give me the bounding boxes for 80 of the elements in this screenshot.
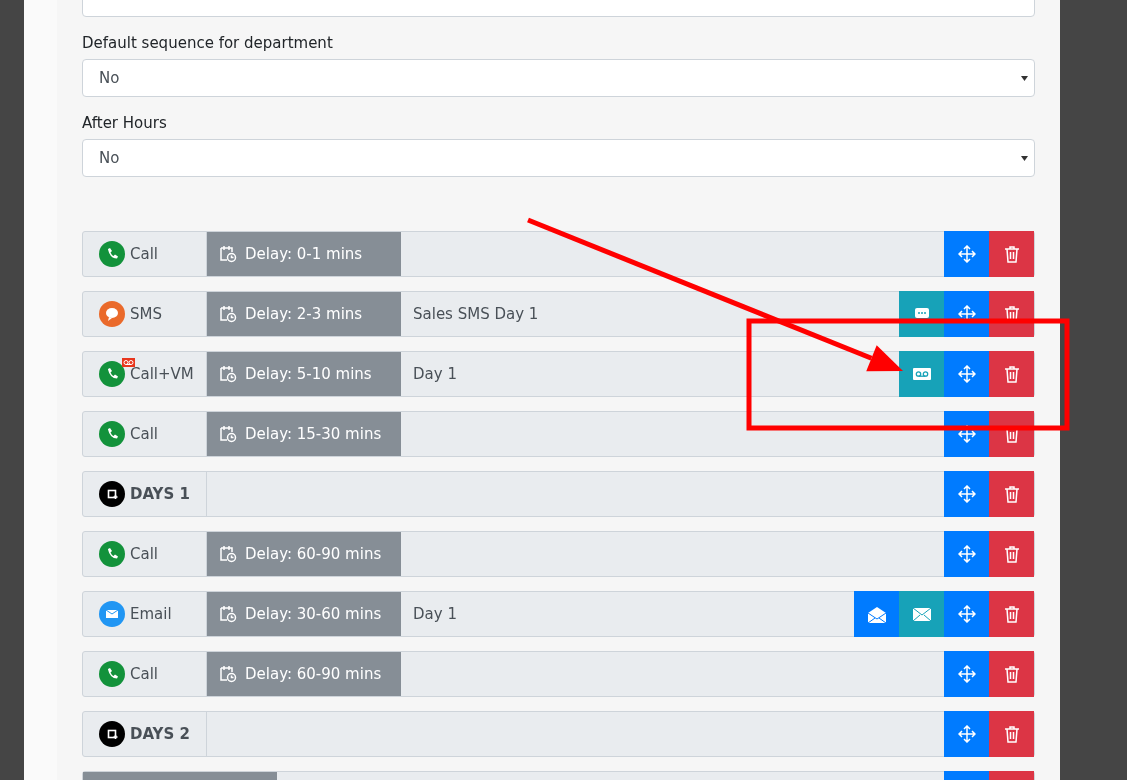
chat-icon xyxy=(913,307,930,321)
delete-button[interactable] xyxy=(989,351,1034,397)
move-icon xyxy=(957,665,976,683)
delay-text: Delay: 60-90 mins xyxy=(245,665,382,683)
field-label: After Hours xyxy=(82,114,168,132)
step-type: SMS xyxy=(130,305,162,323)
move-icon xyxy=(957,425,976,443)
step-type: Email xyxy=(130,605,172,623)
step-content: Sales SMS Day 1 xyxy=(413,305,539,323)
move-button[interactable] xyxy=(944,591,989,637)
delete-button[interactable] xyxy=(989,471,1034,517)
email-button[interactable] xyxy=(899,591,944,637)
select-field[interactable]: No xyxy=(82,139,1035,177)
move-icon xyxy=(957,245,976,263)
step-type: Call xyxy=(130,425,158,443)
calendar-clock-icon xyxy=(219,365,237,383)
delete-button[interactable] xyxy=(989,711,1034,757)
move-button[interactable] xyxy=(944,471,989,517)
step-type: DAYS 2 xyxy=(130,725,190,743)
envelope-icon xyxy=(912,607,931,621)
caret-icon xyxy=(1021,75,1028,81)
calendar-clock-icon xyxy=(219,665,237,683)
select-field[interactable]: No xyxy=(82,59,1035,97)
move-button[interactable] xyxy=(944,711,989,757)
move-icon xyxy=(957,365,976,383)
envelope-icon xyxy=(99,601,125,627)
step-type: Call xyxy=(130,245,158,263)
trash-icon xyxy=(1003,365,1020,383)
move-button[interactable] xyxy=(944,531,989,577)
voicemail-badge-icon xyxy=(122,358,135,367)
move-icon xyxy=(957,605,976,623)
caret-icon xyxy=(1021,155,1028,161)
step-content: Day 1 xyxy=(413,605,457,623)
voicemail-button[interactable] xyxy=(899,351,944,397)
move-button[interactable] xyxy=(944,351,989,397)
open-envelope-icon xyxy=(867,605,886,623)
delete-button[interactable] xyxy=(989,651,1034,697)
trash-icon xyxy=(1003,605,1020,623)
move-icon xyxy=(957,725,976,743)
trash-icon xyxy=(1003,485,1020,503)
phone-icon xyxy=(99,241,125,267)
field-label: Default sequence for department xyxy=(82,34,334,52)
chat-icon xyxy=(99,301,125,327)
calendar-clock-icon xyxy=(219,305,237,323)
phone-icon xyxy=(99,661,125,687)
delay-text: Delay: 5-10 mins xyxy=(245,365,372,383)
trash-icon xyxy=(1003,545,1020,563)
delay-text: Delay: 30-60 mins xyxy=(245,605,382,623)
email-open-button[interactable] xyxy=(854,591,899,637)
step-type: DAYS 1 xyxy=(130,485,190,503)
voicemail-icon xyxy=(912,368,931,380)
step-type: Call xyxy=(130,665,158,683)
move-button[interactable] xyxy=(944,651,989,697)
delay-text: Delay: 2-3 mins xyxy=(245,305,363,323)
calendar-clock-icon xyxy=(219,245,237,263)
move-icon xyxy=(957,545,976,563)
calendar-clock-icon xyxy=(219,425,237,443)
trash-icon xyxy=(1003,665,1020,683)
phone-icon xyxy=(99,421,125,447)
delay-text: Delay: 60-90 mins xyxy=(245,545,382,563)
calendar-clock-icon xyxy=(219,545,237,563)
delete-button[interactable] xyxy=(989,231,1034,277)
delete-button[interactable] xyxy=(989,411,1034,457)
delay-text: Delay: 0-1 mins xyxy=(245,245,363,263)
delay-text: Delay: 15-30 mins xyxy=(245,425,382,443)
crop-icon xyxy=(99,721,125,747)
trash-icon xyxy=(1003,725,1020,743)
trash-icon xyxy=(1003,245,1020,263)
delete-button[interactable] xyxy=(989,591,1034,637)
delete-button[interactable] xyxy=(989,531,1034,577)
move-button[interactable] xyxy=(944,231,989,277)
move-button[interactable] xyxy=(944,411,989,457)
crop-icon xyxy=(99,481,125,507)
step-content: Day 1 xyxy=(413,365,457,383)
step-type: Call+VM xyxy=(130,365,194,383)
calendar-clock-icon xyxy=(219,605,237,623)
move-icon xyxy=(957,485,976,503)
step-type: Call xyxy=(130,545,158,563)
phone-icon xyxy=(99,541,125,567)
phone-icon xyxy=(99,361,125,387)
